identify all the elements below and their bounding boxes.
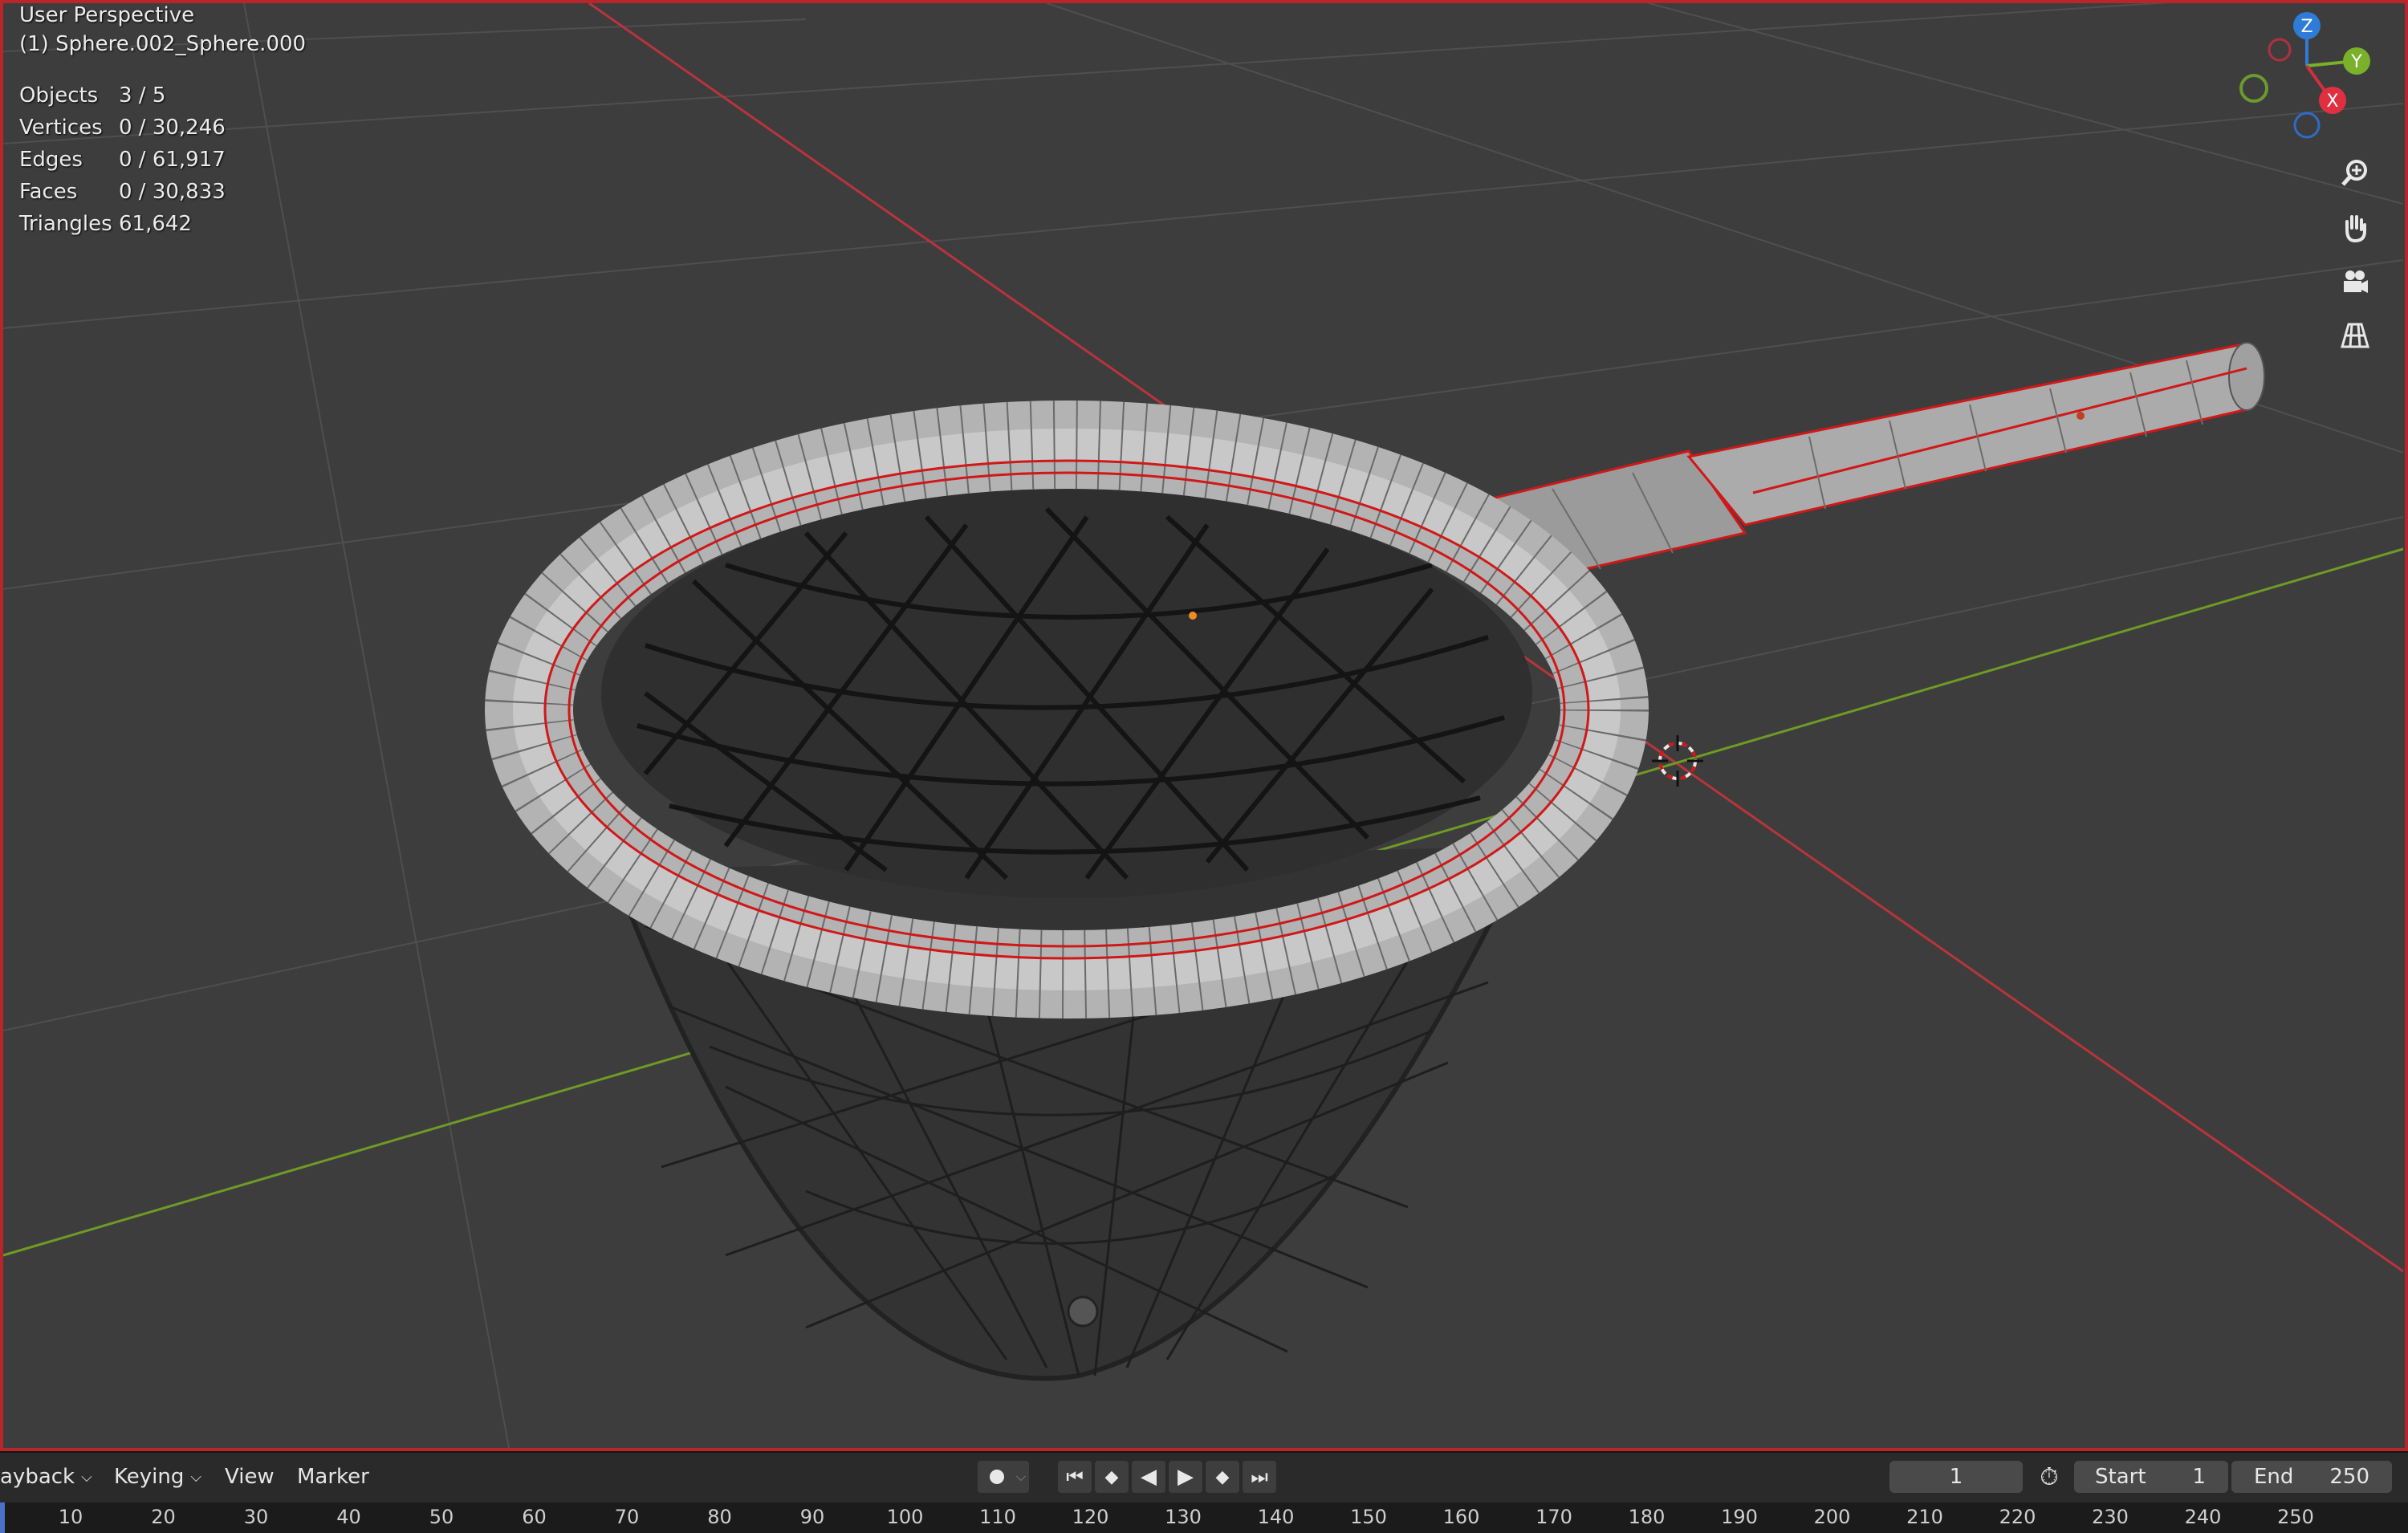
ruler-tick-label: 230 xyxy=(2092,1506,2129,1528)
chevron-down-icon: ⌵ xyxy=(190,1468,201,1486)
play-icon: ▶ xyxy=(1178,1465,1194,1489)
record-icon xyxy=(990,1470,1004,1484)
frame-ruler[interactable]: 10 20 30 40 50 60 70 80 90 100 110 120 130 140 150 160 1… xyxy=(0,1503,2408,1533)
stat-label: Objects xyxy=(19,83,99,108)
gizmo-neg-x[interactable] xyxy=(2268,38,2292,62)
keying-menu[interactable]: Keying ⌵ xyxy=(114,1461,201,1493)
marker-menu[interactable]: Marker xyxy=(297,1461,369,1493)
ruler-tick-label: 90 xyxy=(799,1506,825,1528)
start-value: 1 xyxy=(2192,1465,2206,1489)
stat-label: Vertices xyxy=(19,116,103,140)
ruler-tick-label: 80 xyxy=(707,1506,732,1528)
view-menu[interactable]: View xyxy=(225,1461,275,1493)
ruler-tick-label: 60 xyxy=(522,1506,547,1528)
end-frame-field[interactable]: End 250 xyxy=(2231,1461,2392,1493)
ruler-tick-label: 220 xyxy=(1999,1506,2036,1528)
ruler-tick-label: 50 xyxy=(429,1506,454,1528)
stat-label: Edges xyxy=(19,148,83,172)
jump-start-button[interactable]: ⏮ xyxy=(1058,1461,1092,1493)
start-label: Start xyxy=(2095,1465,2146,1489)
stat-value: 0 / 61,917 xyxy=(119,148,226,172)
current-frame-field[interactable]: 1 xyxy=(1889,1461,2023,1493)
stat-value: 3 / 5 xyxy=(119,83,166,108)
jump-end-icon: ⏭ xyxy=(1251,1466,1268,1488)
ruler-tick-label: 180 xyxy=(1628,1506,1666,1528)
stat-row-edges: Edges 0 / 61,917 xyxy=(19,148,226,180)
scene-render[interactable] xyxy=(3,3,2405,1448)
scene-statistics: Objects 3 / 5 Vertices 0 / 30,246 Edges 0 /… xyxy=(19,83,226,244)
ruler-tick-label: 170 xyxy=(1536,1506,1572,1528)
gizmo-neg-y[interactable] xyxy=(2239,74,2268,103)
play-button[interactable]: ▶ xyxy=(1169,1461,1202,1493)
stat-value: 61,642 xyxy=(119,212,192,236)
playhead-marker[interactable] xyxy=(0,1503,5,1533)
ruler-tick-label: 150 xyxy=(1350,1506,1387,1528)
stat-row-objects: Objects 3 / 5 xyxy=(19,83,226,116)
start-frame-field[interactable]: Start 1 xyxy=(2074,1461,2228,1493)
navigation-gizmo[interactable]: Z Y X xyxy=(2219,3,2395,148)
timer-button[interactable]: ⏱ xyxy=(2032,1461,2066,1493)
record-button[interactable]: ⌵ xyxy=(978,1461,1029,1493)
ruler-tick-label: 40 xyxy=(336,1506,361,1528)
timeline-header: ayback ⌵ Keying ⌵ View Marker ⌵ ⏮ ◆ ◀ ▶ ◆ … xyxy=(0,1453,2408,1503)
ruler-tick-label: 160 xyxy=(1442,1506,1480,1528)
gizmo-neg-z[interactable] xyxy=(2293,112,2321,139)
prev-keyframe-button[interactable]: ◆ xyxy=(1095,1461,1129,1493)
origin-point xyxy=(1189,612,1197,620)
chevron-down-icon: ⌵ xyxy=(1015,1469,1026,1484)
camera-icon[interactable] xyxy=(2333,260,2377,305)
jump-end-button[interactable]: ⏭ xyxy=(1243,1461,1276,1493)
play-reverse-icon: ◀ xyxy=(1141,1465,1157,1489)
stat-value: 0 / 30,246 xyxy=(119,116,226,140)
stat-label: Triangles xyxy=(19,212,112,236)
grid-perspective-icon[interactable] xyxy=(2333,313,2377,358)
stat-row-vertices: Vertices 0 / 30,246 xyxy=(19,116,226,148)
ruler-tick-label: 10 xyxy=(58,1506,83,1528)
jump-start-icon: ⏮ xyxy=(1066,1466,1084,1488)
prev-keyframe-icon: ◆ xyxy=(1104,1466,1119,1487)
end-value: 250 xyxy=(2329,1465,2369,1489)
stat-row-faces: Faces 0 / 30,833 xyxy=(19,180,226,212)
ruler-tick-label: 120 xyxy=(1072,1506,1109,1528)
gizmo-z-label: Z xyxy=(2300,17,2312,37)
chevron-down-icon: ⌵ xyxy=(81,1468,92,1486)
ruler-tick-label: 110 xyxy=(979,1506,1016,1528)
3d-cursor[interactable] xyxy=(1652,735,1703,787)
ruler-tick-label: 250 xyxy=(2277,1506,2314,1528)
ruler-tick-label: 100 xyxy=(886,1506,924,1528)
playback-menu[interactable]: ayback ⌵ xyxy=(0,1461,92,1493)
timer-icon: ⏱ xyxy=(2040,1462,2059,1491)
stat-value: 0 / 30,833 xyxy=(119,180,226,204)
ruler-tick-label: 200 xyxy=(1813,1506,1851,1528)
ruler-tick-label: 30 xyxy=(243,1506,269,1528)
ruler-tick-label: 130 xyxy=(1165,1506,1202,1528)
ruler-tick-label: 190 xyxy=(1721,1506,1758,1528)
play-reverse-button[interactable]: ◀ xyxy=(1132,1461,1165,1493)
gizmo-y-label: Y xyxy=(2350,52,2362,72)
stat-label: Faces xyxy=(19,180,78,204)
ruler-tick-label: 20 xyxy=(151,1506,176,1528)
next-keyframe-button[interactable]: ◆ xyxy=(1206,1461,1239,1493)
view-name-label: User Perspective xyxy=(19,3,195,27)
keying-menu-label: Keying xyxy=(114,1465,185,1489)
zoom-icon[interactable] xyxy=(2333,151,2377,196)
ruler-tick-label: 210 xyxy=(1906,1506,1943,1528)
ruler-tick-label: 140 xyxy=(1257,1506,1295,1528)
timeline-editor[interactable]: ayback ⌵ Keying ⌵ View Marker ⌵ ⏮ ◆ ◀ ▶ ◆ … xyxy=(0,1451,2408,1533)
stat-row-triangles: Triangles 61,642 xyxy=(19,212,226,244)
end-label: End xyxy=(2254,1465,2294,1489)
playback-menu-label: ayback xyxy=(0,1465,75,1489)
3d-viewport[interactable]: User Perspective (1) Sphere.002_Sphere.0… xyxy=(0,0,2408,1451)
next-keyframe-icon: ◆ xyxy=(1215,1466,1230,1487)
active-object-name: (1) Sphere.002_Sphere.000 xyxy=(19,32,307,56)
ruler-tick-label: 70 xyxy=(614,1506,640,1528)
ruler-tick-label: 240 xyxy=(2184,1506,2222,1528)
hand-pan-icon[interactable] xyxy=(2333,205,2377,250)
gizmo-x-label: X xyxy=(2326,91,2338,112)
